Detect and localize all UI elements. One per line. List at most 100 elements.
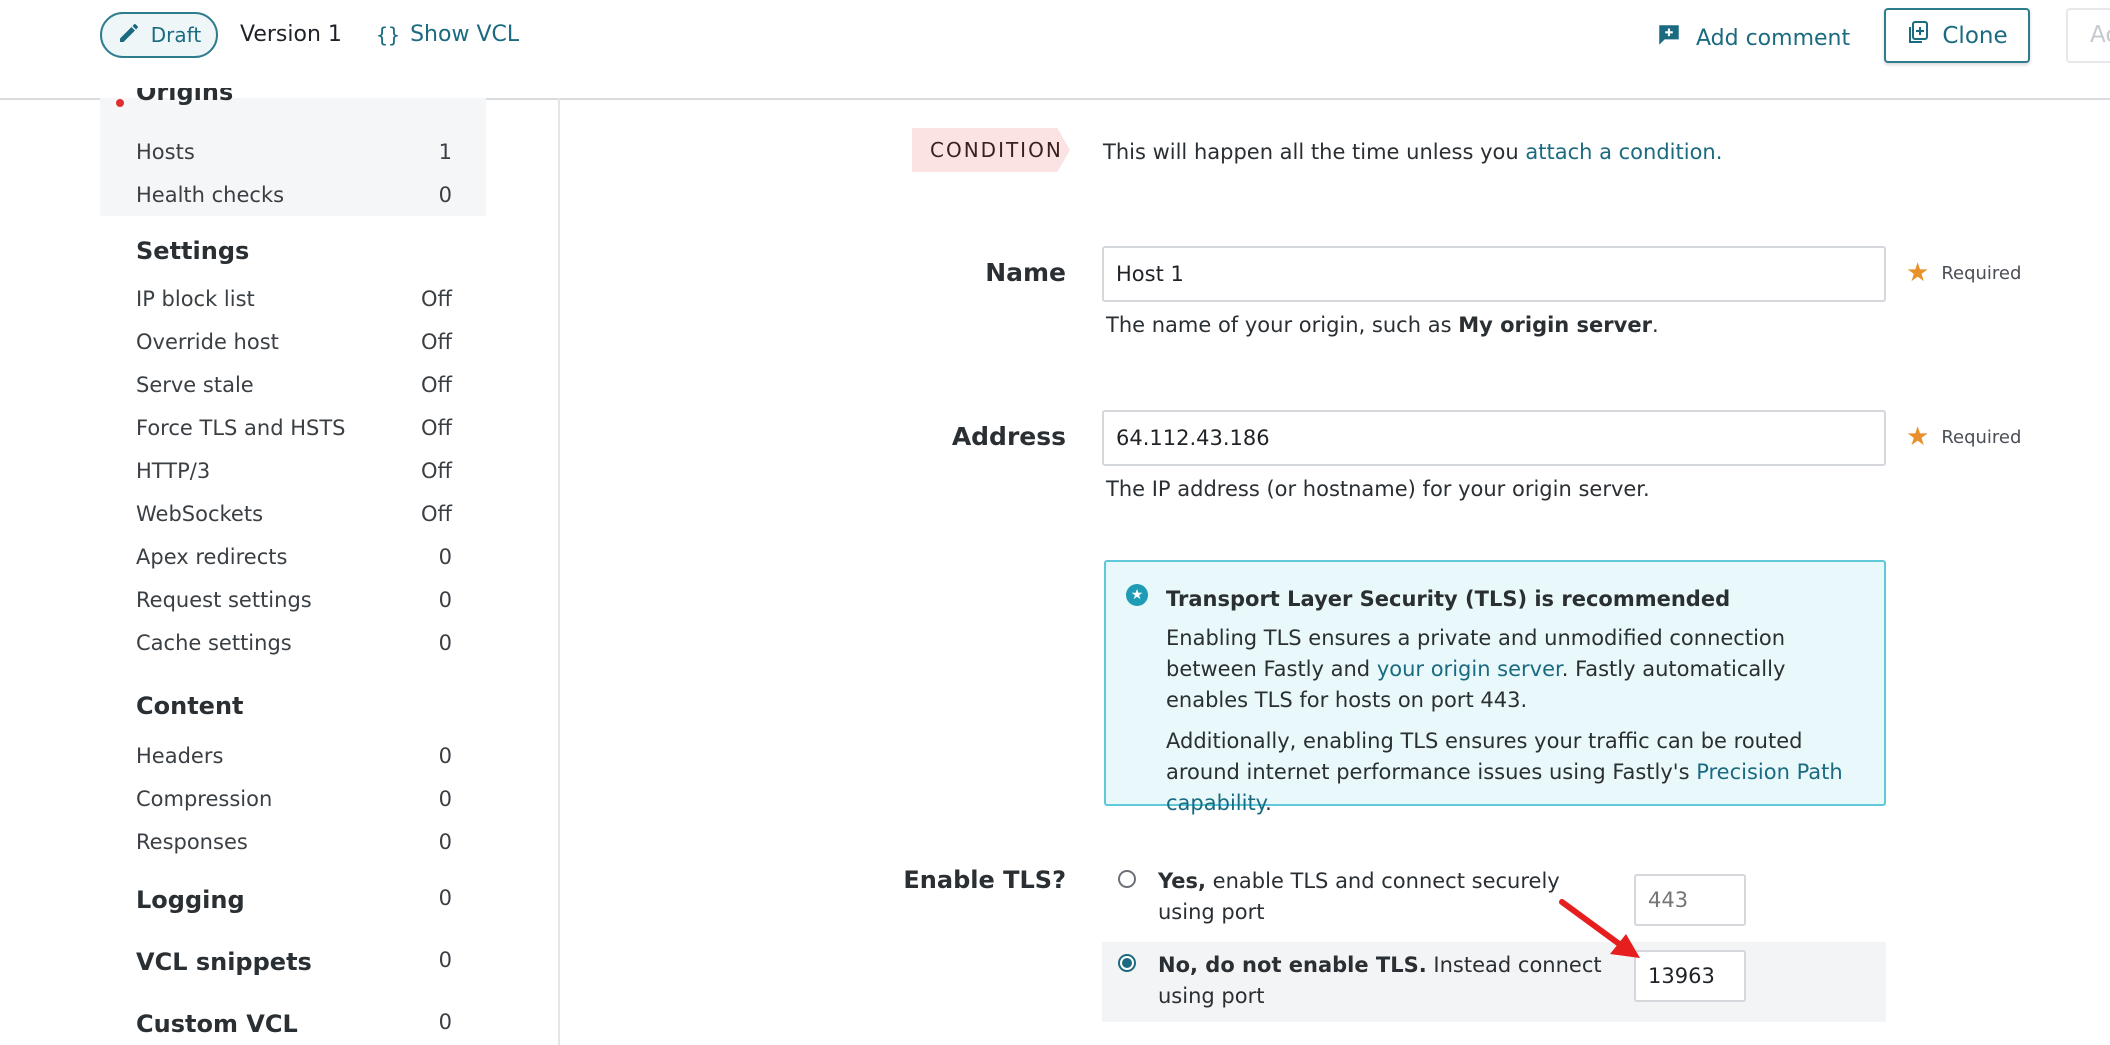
- sidebar-item-ip-block-list[interactable]: IP block list Off: [136, 287, 452, 311]
- name-input[interactable]: [1102, 246, 1886, 302]
- sidebar-item-label: Apex redirects: [136, 545, 288, 569]
- sidebar-item-logging[interactable]: Logging 0: [136, 886, 452, 914]
- sidebar-heading-settings[interactable]: Settings: [136, 237, 249, 265]
- sidebar-item-health-checks[interactable]: Health checks 0: [136, 183, 452, 207]
- sidebar-item-count: 0: [438, 830, 452, 854]
- tls-port-input[interactable]: [1634, 874, 1746, 926]
- tls-yes-radio[interactable]: [1118, 870, 1136, 888]
- sidebar-item-label: VCL snippets: [136, 948, 312, 976]
- draft-status-button[interactable]: Draft: [100, 12, 218, 58]
- sidebar-item-hosts[interactable]: Hosts 1: [136, 140, 452, 164]
- activate-button[interactable]: Ac: [2066, 8, 2110, 63]
- origin-server-link[interactable]: your origin server: [1377, 657, 1562, 681]
- sidebar-item-count: 0: [438, 545, 452, 569]
- sidebar-item-count: Off: [421, 416, 452, 440]
- sidebar-item-cache-settings[interactable]: Cache settings 0: [136, 631, 452, 655]
- tls-yes-bold: Yes,: [1158, 869, 1206, 893]
- sidebar-item-count: Off: [421, 287, 452, 311]
- enable-tls-label: Enable TLS?: [903, 866, 1066, 894]
- address-help-text: The IP address (or hostname) for your or…: [1106, 477, 1650, 501]
- sidebar-item-label: Cache settings: [136, 631, 292, 655]
- address-field-label: Address: [951, 422, 1066, 451]
- sidebar-item-force-tls[interactable]: Force TLS and HSTS Off: [136, 416, 452, 440]
- tls-p2-text-b: .: [1265, 791, 1272, 815]
- sidebar-item-label: Force TLS and HSTS: [136, 416, 346, 440]
- required-star-icon: ★: [1906, 258, 1930, 288]
- sidebar-item-count: Off: [421, 330, 452, 354]
- sidebar-item-count: Off: [421, 459, 452, 483]
- sidebar-heading-content[interactable]: Content: [136, 692, 244, 720]
- sidebar-item-http3[interactable]: HTTP/3 Off: [136, 459, 452, 483]
- sidebar-item-count: 0: [438, 787, 452, 811]
- sidebar-item-label: Custom VCL: [136, 1010, 298, 1038]
- sidebar-item-label: Request settings: [136, 588, 312, 612]
- tls-no-bold: No, do not enable TLS.: [1158, 953, 1427, 977]
- sidebar-item-compression[interactable]: Compression 0: [136, 787, 452, 811]
- sidebar-item-label: WebSockets: [136, 502, 264, 526]
- comment-plus-icon: [1656, 22, 1682, 54]
- tls-yes-option-text[interactable]: Yes, enable TLS and connect securely usi…: [1158, 866, 1618, 928]
- address-required-indicator: ★ Required: [1906, 422, 2021, 452]
- condition-badge: CONDITION: [912, 128, 1070, 172]
- tls-callout-paragraph-1: Enabling TLS ensures a private and unmod…: [1166, 623, 1854, 716]
- sidebar-item-label: HTTP/3: [136, 459, 211, 483]
- sidebar-item-count: 0: [438, 588, 452, 612]
- tls-yes-text: enable TLS and connect securely using po…: [1158, 869, 1560, 924]
- sidebar-item-count: 0: [438, 744, 452, 768]
- sidebar-item-count: 1: [438, 140, 452, 164]
- tls-recommendation-callout: Transport Layer Security (TLS) is recomm…: [1104, 560, 1886, 815]
- sidebar-item-vcl-snippets[interactable]: VCL snippets 0: [136, 948, 452, 976]
- condition-description: This will happen all the time unless you…: [1103, 140, 1722, 164]
- name-required-indicator: ★ Required: [1906, 258, 2021, 288]
- sidebar-item-label: Hosts: [136, 140, 195, 164]
- sidebar-item-serve-stale[interactable]: Serve stale Off: [136, 373, 452, 397]
- required-label: Required: [1941, 262, 2022, 284]
- version-label: Version 1: [240, 22, 342, 47]
- draft-label: Draft: [150, 23, 202, 47]
- sidebar-item-count: 0: [438, 183, 452, 207]
- code-braces-icon: {}: [376, 22, 401, 47]
- sidebar-item-custom-vcl[interactable]: Custom VCL 0: [136, 1010, 452, 1038]
- address-input[interactable]: [1102, 410, 1886, 466]
- required-label: Required: [1941, 426, 2022, 448]
- sidebar-item-apex-redirects[interactable]: Apex redirects 0: [136, 545, 452, 569]
- sidebar-item-request-settings[interactable]: Request settings 0: [136, 588, 452, 612]
- non-tls-port-input[interactable]: [1634, 950, 1746, 1002]
- sidebar-item-count: 0: [438, 948, 452, 972]
- sidebar-heading-origins[interactable]: Origins: [136, 88, 233, 108]
- sidebar-item-count: 0: [438, 886, 452, 910]
- sidebar-item-label: Headers: [136, 744, 224, 768]
- sidebar-item-count: Off: [421, 502, 452, 526]
- sidebar-item-override-host[interactable]: Override host Off: [136, 330, 452, 354]
- sidebar-item-count: Off: [421, 373, 452, 397]
- name-field-label: Name: [985, 258, 1066, 287]
- name-help-suffix: .: [1651, 313, 1659, 337]
- sidebar-item-label: Compression: [136, 787, 273, 811]
- tls-no-radio[interactable]: [1118, 954, 1136, 972]
- pencil-icon: [117, 21, 141, 50]
- clone-label: Clone: [1942, 22, 2008, 49]
- sidebar-item-count: 0: [438, 631, 452, 655]
- clone-button[interactable]: Clone: [1884, 8, 2030, 63]
- sidebar-item-responses[interactable]: Responses 0: [136, 830, 452, 854]
- add-comment-label: Add comment: [1696, 25, 1851, 51]
- sidebar-item-websockets[interactable]: WebSockets Off: [136, 502, 452, 526]
- tls-no-option-text[interactable]: No, do not enable TLS. Instead connect u…: [1158, 950, 1618, 1012]
- condition-text-prefix: This will happen all the time unless you: [1103, 140, 1526, 164]
- sidebar-item-label: Responses: [136, 830, 248, 854]
- name-help-text: The name of your origin, such as My orig…: [1106, 313, 1659, 337]
- show-vcl-link[interactable]: {} Show VCL: [376, 22, 519, 47]
- sidebar-item-label: Health checks: [136, 183, 285, 207]
- name-help-prefix: The name of your origin, such as: [1106, 313, 1459, 337]
- show-vcl-label: Show VCL: [410, 22, 520, 47]
- sidebar-item-headers[interactable]: Headers 0: [136, 744, 452, 768]
- tls-callout-paragraph-2: Additionally, enabling TLS ensures your …: [1166, 726, 1854, 819]
- sidebar-item-count: 0: [438, 1010, 452, 1034]
- tls-callout-title: Transport Layer Security (TLS) is recomm…: [1166, 587, 1731, 611]
- annotation-arrow-icon: [1559, 899, 1640, 958]
- attach-condition-link[interactable]: attach a condition.: [1525, 140, 1722, 164]
- required-star-icon: ★: [1906, 422, 1930, 452]
- info-star-icon: ★: [1126, 584, 1148, 606]
- add-comment-button[interactable]: Add comment: [1656, 22, 1850, 54]
- sidebar-item-label: IP block list: [136, 287, 255, 311]
